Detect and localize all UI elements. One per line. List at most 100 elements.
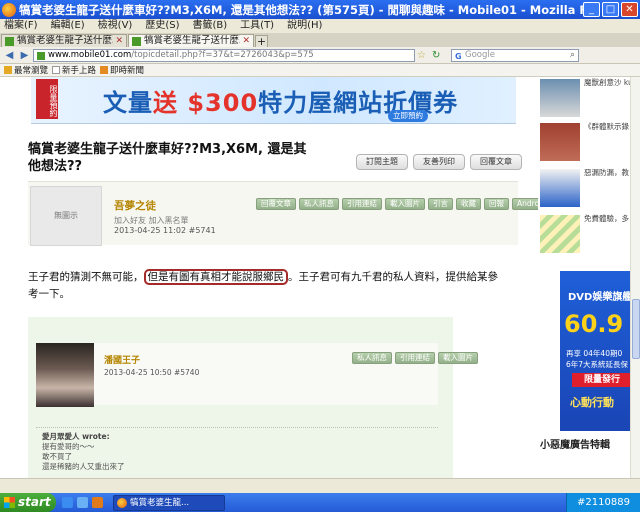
quote-line: 敢不買了 xyxy=(42,452,72,461)
load-images-button[interactable]: 載入圖片 xyxy=(438,352,478,364)
avatar: 無圖示 xyxy=(30,186,102,246)
page-content: 限量預約 文量送 $300特力屋網站折價券 立即預約 犒賞老婆生龍子送什麼車好?… xyxy=(0,77,640,478)
url-path: /topicdetail.php?f=37&t=2726043&p=575 xyxy=(131,49,314,60)
search-placeholder: Google xyxy=(465,49,495,60)
quoted-author-photo xyxy=(36,343,94,407)
private-message-button[interactable]: 私人訊息 xyxy=(299,198,339,210)
start-button[interactable]: start xyxy=(0,493,56,512)
sidebar-thumbnail xyxy=(540,169,580,207)
quoted-author[interactable]: 潘國王子 xyxy=(104,353,140,366)
quote-link-button[interactable]: 引用連結 xyxy=(395,352,435,364)
status-bar xyxy=(0,478,640,493)
ie-icon[interactable] xyxy=(62,497,73,508)
navigation-bar: ◀ ▶ www.mobile01.com/topicdetail.php?f=3… xyxy=(0,47,640,64)
search-input[interactable]: G Google ⌕ xyxy=(451,48,579,62)
firefox-icon xyxy=(117,497,127,508)
back-button[interactable]: ◀ xyxy=(3,49,16,62)
tab-label: 犒賞老婆生龍子送什麼車好... xyxy=(17,35,113,46)
quote-source: 愛月眾愛人 wrote: xyxy=(42,432,110,441)
topic-actions: 訂閱主題 友善列印 回覆文章 xyxy=(356,154,522,170)
scrollbar-thumb[interactable] xyxy=(632,299,640,359)
desktop-icon[interactable] xyxy=(77,497,88,508)
menu-bar: 檔案(F) 編輯(E) 檢視(V) 歷史(S) 書籤(B) 工具(T) 說明(H… xyxy=(0,19,640,33)
print-button[interactable]: 友善列印 xyxy=(413,154,465,170)
site-favicon-icon xyxy=(5,36,14,46)
menu-edit[interactable]: 編輯(E) xyxy=(51,19,85,33)
quoted-actions: 私人訊息 引用連結 載入圖片 xyxy=(352,352,478,364)
right-sidebar: 魔獸創意沙 kuso 暗黑看 《群體默示錄 先生珍 Jim 驚奇的國度看 惡漏防… xyxy=(538,77,640,478)
bookmark-latest-news[interactable]: 即時新聞 xyxy=(100,64,144,76)
menu-bookmarks[interactable]: 書籤(B) xyxy=(193,19,228,33)
taskbar: start 犒賞老婆生龍... #2110889 xyxy=(0,493,640,512)
dvd-ad[interactable]: DVD娛樂旗艦 60.9 再享 04年40期0 6年7大系統延長保 限量發行 心… xyxy=(560,271,640,431)
private-message-button[interactable]: 私人訊息 xyxy=(352,352,392,364)
bookmark-getting-started[interactable]: 新手上路 xyxy=(52,64,96,76)
sidebar-thumbnail xyxy=(540,123,580,161)
quote-line: 還是稀豬的人又重出來了 xyxy=(42,462,125,471)
quote-line: 提有愛哥的～～ xyxy=(42,442,95,451)
windows-logo-icon xyxy=(4,497,15,508)
report-button[interactable]: 回報 xyxy=(484,198,509,210)
site-favicon-icon xyxy=(37,51,45,60)
menu-history[interactable]: 歷史(S) xyxy=(145,19,179,33)
google-icon: G xyxy=(455,51,462,61)
sidebar-item[interactable]: 免費體驗，多 量送 $300 特 網站折價券 xyxy=(538,213,640,255)
firefox-launch-icon[interactable] xyxy=(92,497,103,508)
title-bar: 犒賞老婆生龍子送什麼車好??M3,X6M, 還是其他想法?? (第575頁) -… xyxy=(0,0,640,19)
folder-icon xyxy=(4,66,12,74)
rss-icon xyxy=(100,66,109,74)
quote-link-button[interactable]: 引用連結 xyxy=(342,198,382,210)
reload-icon[interactable]: ↻ xyxy=(432,49,445,62)
forward-button[interactable]: ▶ xyxy=(18,49,31,62)
menu-help[interactable]: 說明(H) xyxy=(287,19,322,33)
vertical-scrollbar[interactable] xyxy=(630,77,640,478)
favorite-button[interactable]: 收藏 xyxy=(456,198,481,210)
close-tab-icon[interactable]: ✕ xyxy=(115,35,123,47)
author-links[interactable]: 加入好友 加入黑名單 xyxy=(114,215,189,226)
quoted-post-header: 潘國王子 2013-04-25 10:50 #5740 私人訊息 引用連結 載入… xyxy=(36,343,478,407)
quick-launch xyxy=(62,497,103,508)
new-tab-button[interactable]: + xyxy=(255,35,268,47)
sidebar-thumbnail xyxy=(540,79,580,117)
post-date: 2013-04-25 11:02 #5741 xyxy=(114,226,216,235)
search-icon[interactable]: ⌕ xyxy=(570,50,575,61)
reply-button[interactable]: 回覆文章 xyxy=(470,154,522,170)
subscribe-button[interactable]: 訂閱主題 xyxy=(356,154,408,170)
taskbar-firefox-window[interactable]: 犒賞老婆生龍... xyxy=(113,494,225,511)
bookmark-star-icon[interactable]: ☆ xyxy=(417,49,430,62)
tab-1[interactable]: 犒賞老婆生龍子送什麼車好... ✕ xyxy=(1,34,127,47)
ad-banner[interactable]: 限量預約 文量送 $300特力屋網站折價券 立即預約 xyxy=(31,77,516,124)
window-title: 犒賞老婆生龍子送什麼車好??M3,X6M, 還是其他想法?? (第575頁) -… xyxy=(19,2,583,17)
bookmark-most-visited[interactable]: 最常瀏覽 xyxy=(4,64,48,76)
banner-cta-button[interactable]: 立即預約 xyxy=(388,110,428,122)
quoted-post: 潘國王子 2013-04-25 10:50 #5740 私人訊息 引用連結 載入… xyxy=(28,317,478,478)
highlighted-text: 但是有圖有真相才能說服鄉民 xyxy=(143,269,288,285)
sidebar-thumbnail xyxy=(540,215,580,253)
nested-quote: 愛月眾愛人 wrote: 提有愛哥的～～ 敢不買了 還是稀豬的人又重出來了 xyxy=(36,427,438,478)
maximize-button[interactable]: □ xyxy=(602,2,619,17)
sidebar-item[interactable]: 惡漏防漏，教 利信瓶漏 1 元 果長達五年 xyxy=(538,167,640,209)
tab-2[interactable]: 犒賞老婆生龍子送什麼車好... ✕ xyxy=(128,34,254,47)
sidebar-item[interactable]: 魔獸創意沙 kuso 暗黑看 xyxy=(538,77,640,119)
load-images-button[interactable]: 載入圖片 xyxy=(385,198,425,210)
system-tray: #2110889 xyxy=(566,493,640,512)
sidebar-item[interactable]: 《群體默示錄 先生珍 Jim 驚奇的國度看 xyxy=(538,121,640,163)
post-author[interactable]: 吾夢之徒 xyxy=(114,198,156,213)
minimize-button[interactable]: _ xyxy=(583,2,600,17)
url-bar[interactable]: www.mobile01.com/topicdetail.php?f=37&t=… xyxy=(33,48,415,62)
post-actions: 回覆文章 私人訊息 引用連結 載入圖片 引言 收藏 回報 Android xyxy=(256,198,551,210)
menu-tools[interactable]: 工具(T) xyxy=(240,19,274,33)
menu-view[interactable]: 檢視(V) xyxy=(98,19,133,33)
close-button[interactable]: ✕ xyxy=(621,2,638,17)
quote-button[interactable]: 引言 xyxy=(428,198,453,210)
url-domain: www.mobile01.com xyxy=(48,49,132,60)
tab-bar: 犒賞老婆生龍子送什麼車好... ✕ 犒賞老婆生龍子送什麼車好... ✕ + xyxy=(0,33,640,47)
sidebar-link[interactable]: 小惡魔廣告特輯 xyxy=(540,436,610,451)
post-reply-button[interactable]: 回覆文章 xyxy=(256,198,296,210)
quoted-date: 2013-04-25 10:50 #5740 xyxy=(104,368,200,377)
topic-title: 犒賞老婆生龍子送什麼車好??M3,X6M, 還是其他想法?? xyxy=(28,142,307,174)
close-tab-icon[interactable]: ✕ xyxy=(242,35,250,47)
site-favicon-icon xyxy=(132,36,141,46)
menu-file[interactable]: 檔案(F) xyxy=(4,19,38,33)
tab-label: 犒賞老婆生龍子送什麼車好... xyxy=(144,35,240,46)
